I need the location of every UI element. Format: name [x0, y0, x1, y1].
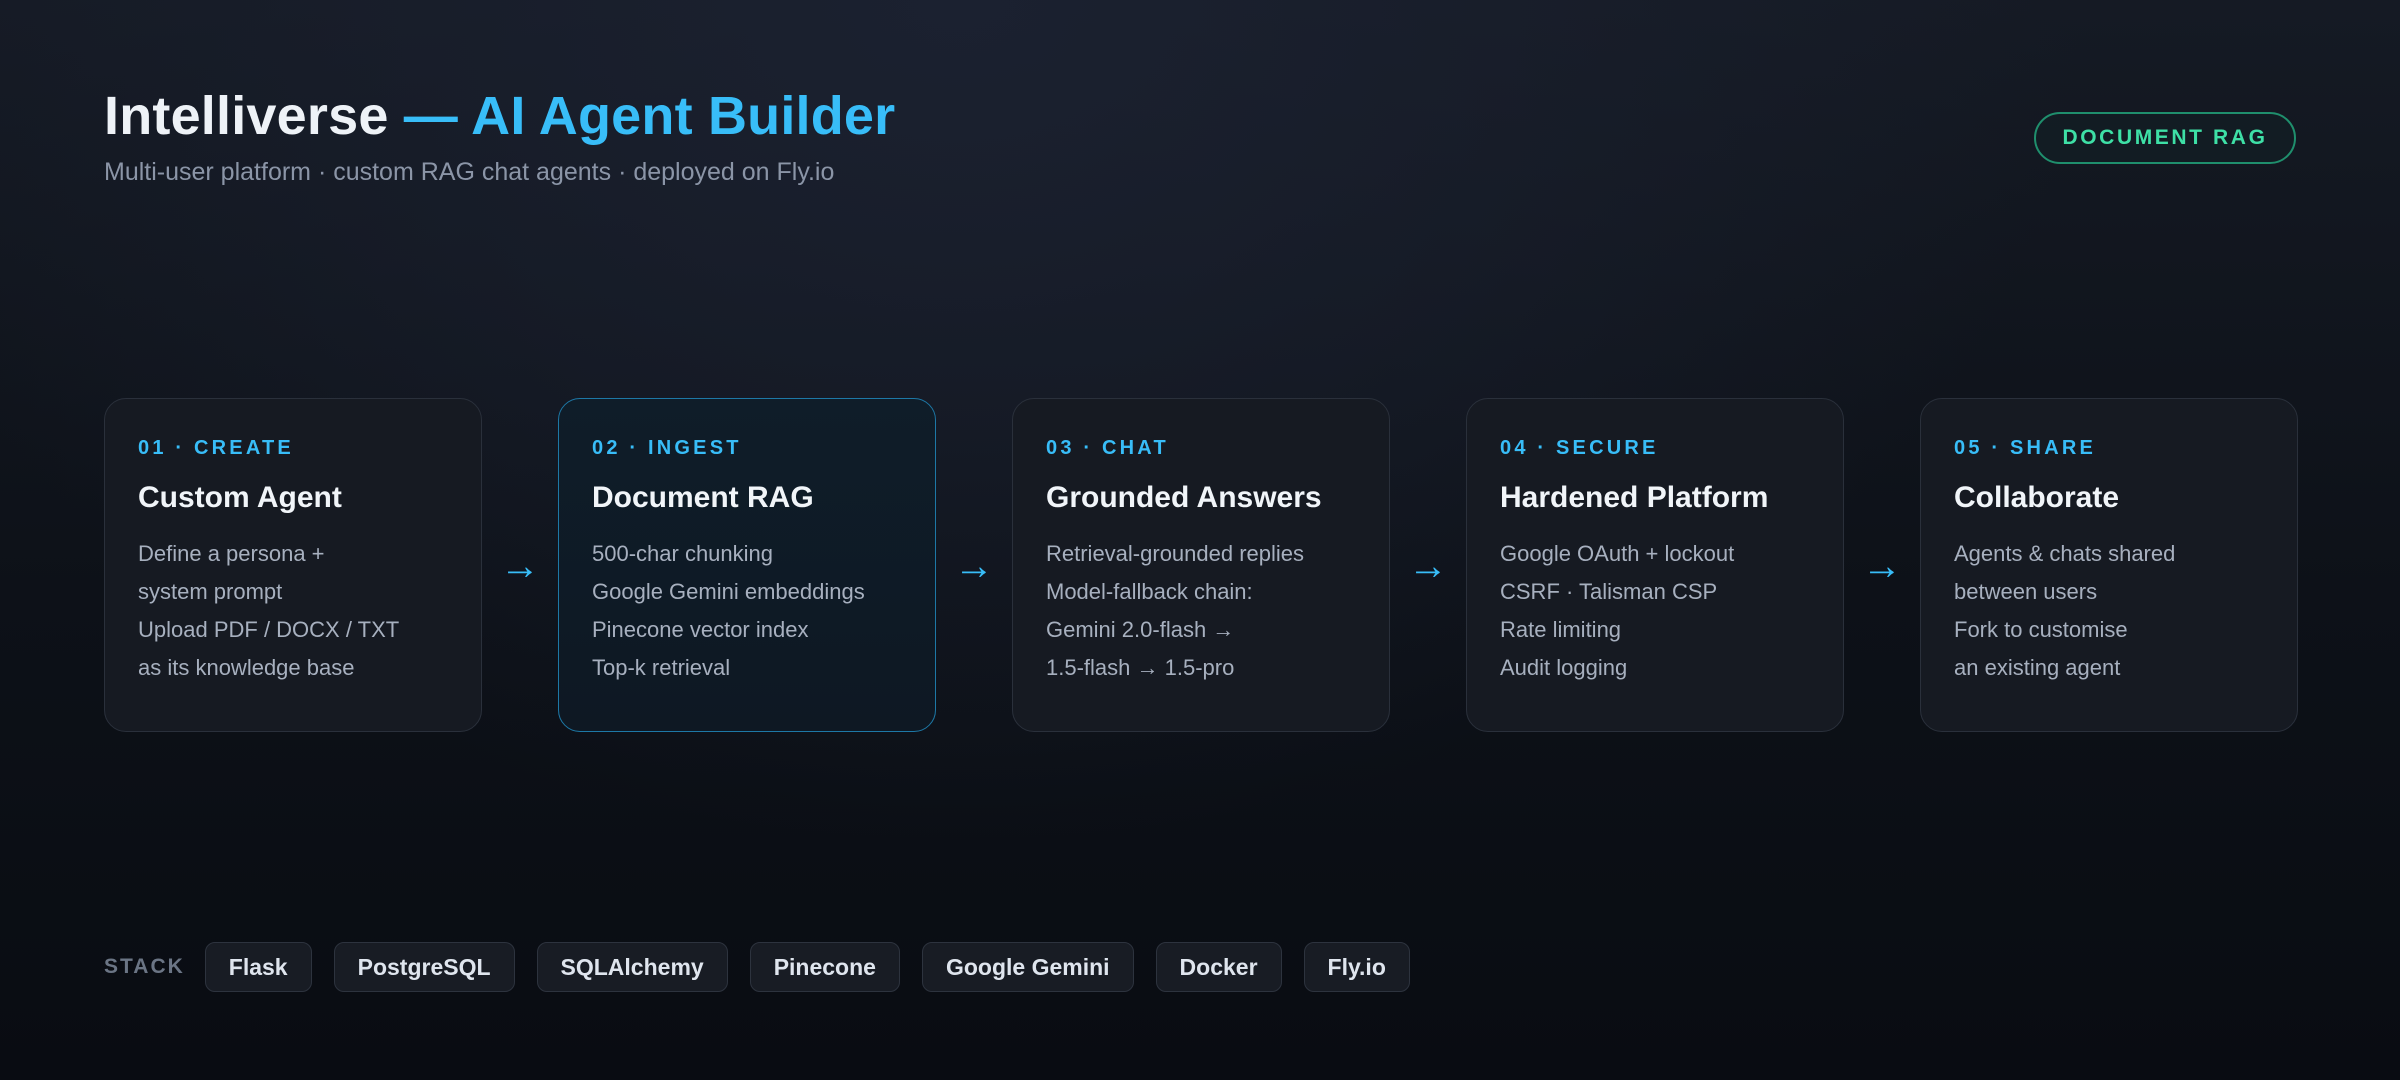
stack-chip-postgresql: PostgreSQL	[333, 942, 515, 992]
card-ingest: 02 · INGEST Document RAG 500-char chunki…	[558, 398, 936, 732]
card-line: Model-fallback chain:	[1046, 579, 1253, 604]
card-title: Grounded Answers	[1046, 481, 1322, 514]
stack-label: STACK	[104, 955, 185, 978]
card-title: Collaborate	[1954, 481, 2120, 514]
card-line: Define a persona +	[138, 541, 325, 566]
page-subtitle: Multi-user platform · custom RAG chat ag…	[104, 158, 835, 186]
card-lines: 500-char chunking Google Gemini embeddin…	[592, 535, 902, 687]
card-step: 01 · CREATE	[138, 437, 294, 459]
arrow-right-icon: →	[1408, 544, 1448, 588]
stack-chip-docker: Docker	[1155, 942, 1282, 992]
stack-chip-sqlalchemy: SQLAlchemy	[536, 942, 728, 992]
card-line: Rate limiting	[1500, 617, 1622, 642]
arrow-right-icon: →	[1862, 544, 1902, 588]
card-line: Audit logging	[1500, 655, 1628, 680]
card-line: an existing agent	[1954, 655, 2121, 680]
card-chat: 03 · CHAT Grounded Answers Retrieval-gro…	[1012, 398, 1390, 732]
card-step: 05 · SHARE	[1954, 437, 2097, 459]
card-lines: Retrieval-grounded replies Model-fallbac…	[1046, 535, 1356, 687]
stack-chip-flyio: Fly.io	[1303, 942, 1410, 992]
card-line: Google Gemini embeddings	[592, 579, 865, 604]
card-line: between users	[1954, 579, 2098, 604]
card-secure: 04 · SECURE Hardened Platform Google OAu…	[1466, 398, 1844, 732]
card-lines: Define a persona + system prompt Upload …	[138, 535, 448, 687]
title-accent: — AI Agent Builder	[403, 86, 896, 146]
card-lines: Agents & chats shared between users Fork…	[1954, 535, 2264, 687]
tech-stack: STACK Flask PostgreSQL SQLAlchemy Pineco…	[104, 942, 1432, 992]
card-line: Top-k retrieval	[592, 655, 731, 680]
card-share: 05 · SHARE Collaborate Agents & chats sh…	[1920, 398, 2298, 732]
card-line: as its knowledge base	[138, 655, 355, 680]
card-line: Upload PDF / DOCX / TXT	[138, 617, 400, 642]
card-step: 04 · SECURE	[1500, 437, 1659, 459]
card-step: 02 · INGEST	[592, 437, 742, 459]
card-title: Custom Agent	[138, 481, 342, 514]
stack-chip-flask: Flask	[204, 942, 312, 992]
page-title: Intelliverse — AI Agent Builder	[104, 82, 895, 150]
card-line: CSRF · Talisman CSP	[1500, 579, 1718, 604]
card-line: Pinecone vector index	[592, 617, 809, 642]
pipeline: 01 · CREATE Custom Agent Define a person…	[104, 398, 2298, 732]
card-line: Agents & chats shared	[1954, 541, 2176, 566]
arrow-right-icon: →	[954, 544, 994, 588]
card-line: Gemini 2.0-flash →	[1046, 617, 1235, 642]
card-line: system prompt	[138, 579, 283, 604]
title-main: Intelliverse	[104, 86, 389, 146]
card-title: Hardened Platform	[1500, 481, 1769, 514]
arrow-right-icon: →	[500, 544, 540, 588]
card-step: 03 · CHAT	[1046, 437, 1169, 459]
card-line: Retrieval-grounded replies	[1046, 541, 1305, 566]
card-create: 01 · CREATE Custom Agent Define a person…	[104, 398, 482, 732]
card-line: 500-char chunking	[592, 541, 774, 566]
document-rag-badge: DOCUMENT RAG	[2034, 112, 2296, 164]
card-line: Google OAuth + lockout	[1500, 541, 1735, 566]
stack-chip-google-gemini: Google Gemini	[921, 942, 1134, 992]
stack-chip-pinecone: Pinecone	[749, 942, 900, 992]
card-line: 1.5-flash → 1.5-pro	[1046, 655, 1235, 680]
card-lines: Google OAuth + lockout CSRF · Talisman C…	[1500, 535, 1810, 687]
header: Intelliverse — AI Agent Builder Multi-us…	[104, 82, 895, 187]
card-line: Fork to customise	[1954, 617, 2128, 642]
card-title: Document RAG	[592, 481, 814, 514]
